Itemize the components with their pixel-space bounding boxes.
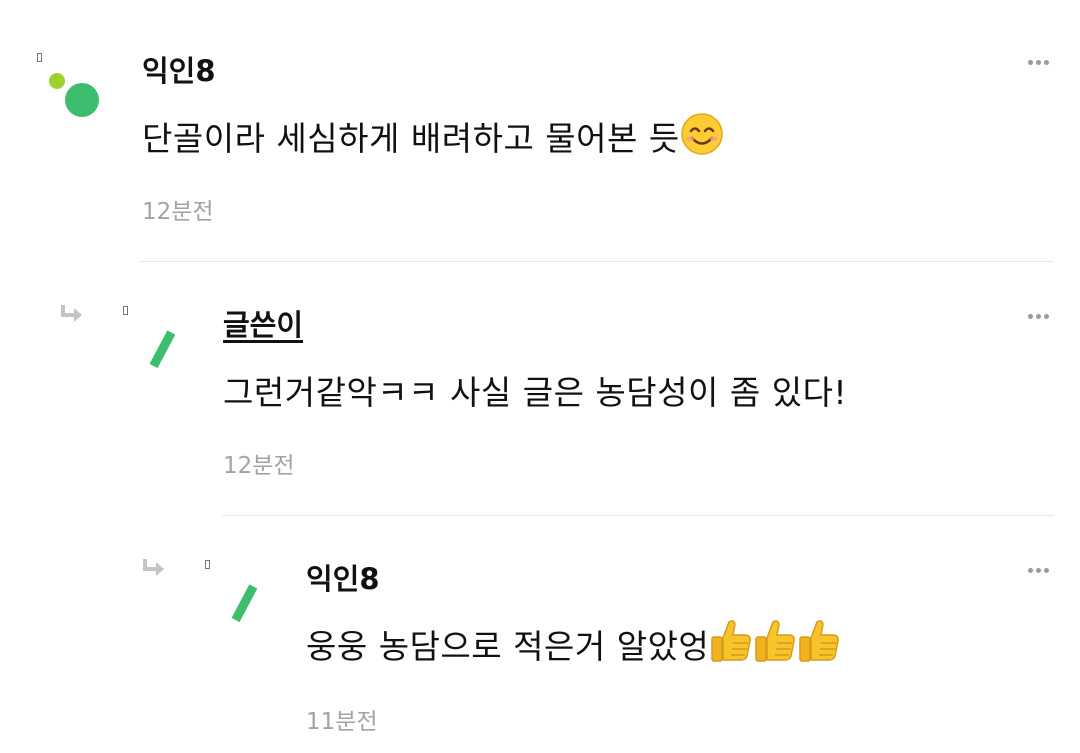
thumbs-up-emoji — [799, 620, 840, 662]
comment-item: 익인8 단골이라 세심하게 배려하고 물어본 듯 12분전 — [0, 0, 1080, 262]
marker-icon — [205, 560, 210, 569]
marker-icon — [123, 306, 128, 315]
comment-time: 12분전 — [142, 199, 214, 225]
comment-author[interactable]: 익인8 — [142, 48, 216, 90]
reply-arrow-icon — [143, 559, 164, 576]
comment-text: 그런거같악ㅋㅋ 사실 글은 농담성이 좀 있다! — [223, 373, 848, 412]
marker-icon — [37, 53, 42, 62]
comment-text: 웅웅 농담으로 적은거 알았엉 — [306, 618, 841, 668]
comment-time: 12분전 — [223, 453, 295, 479]
comment-text: 단골이라 세심하게 배려하고 물어본 듯 — [142, 112, 724, 160]
comment-text-content: 단골이라 세심하게 배려하고 물어본 듯 — [142, 119, 680, 158]
thumbs-up-emoji — [755, 620, 796, 662]
reply-arrow-icon — [61, 305, 82, 322]
reply-item: 익인8 웅웅 농담으로 적은거 알았엉 11분전 — [0, 516, 1080, 753]
comment-text-content: 웅웅 농담으로 적은거 알았엉 — [306, 627, 710, 666]
reply-item: 글쓴이 그런거같악ㅋㅋ 사실 글은 농담성이 좀 있다! 12분전 — [0, 262, 1080, 516]
avatar[interactable] — [228, 582, 262, 626]
smiling-face-emoji — [680, 113, 723, 155]
more-options-icon[interactable] — [1028, 314, 1052, 322]
avatar[interactable] — [44, 68, 104, 120]
more-options-icon[interactable] — [1028, 568, 1052, 576]
more-options-icon[interactable] — [1028, 60, 1052, 68]
comment-author[interactable]: 익인8 — [306, 556, 380, 598]
comment-time: 11분전 — [306, 709, 378, 735]
comment-author[interactable]: 글쓴이 — [223, 302, 303, 344]
avatar[interactable] — [146, 328, 180, 372]
thumbs-up-emoji — [711, 620, 752, 662]
